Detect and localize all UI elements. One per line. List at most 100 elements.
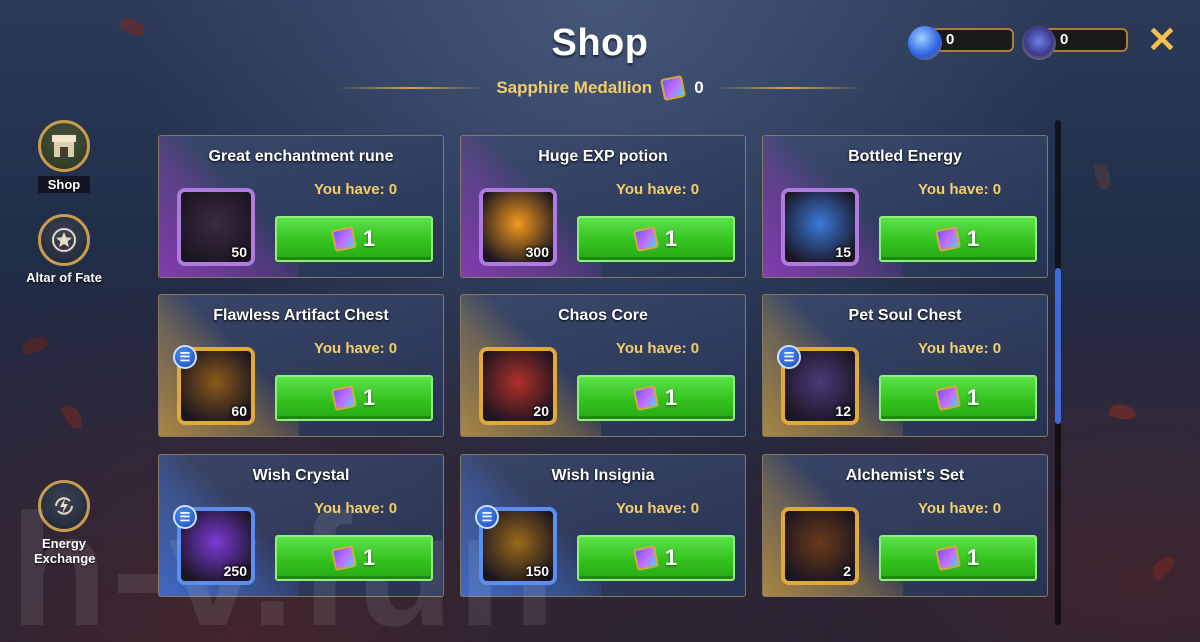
sapphire-medallion-icon	[330, 544, 357, 572]
energy-counter-value: 0	[930, 28, 1014, 52]
close-icon[interactable]: ✕	[1144, 22, 1180, 58]
buy-button[interactable]: 1	[879, 535, 1037, 581]
sapphire-medallion-icon	[330, 225, 357, 253]
info-list-icon[interactable]: ☰	[475, 505, 499, 529]
item-quantity: 300	[525, 244, 549, 260]
background-leaf	[1108, 401, 1138, 423]
item-icon[interactable]: 300	[479, 188, 557, 266]
owned-count: You have: 0	[616, 340, 700, 357]
item-price: 1	[664, 385, 678, 410]
item-price: 1	[664, 226, 678, 251]
shop-item-card[interactable]: Chaos Core You have: 0 20 1	[460, 294, 746, 437]
buy-button[interactable]: 1	[275, 375, 433, 421]
page-title: Shop	[551, 22, 649, 64]
item-price: 1	[966, 545, 980, 570]
item-name: Chaos Core	[558, 307, 648, 324]
sapphire-medallion-icon	[934, 384, 961, 412]
owned-count: You have: 0	[918, 340, 1002, 357]
item-icon[interactable]: 15	[781, 188, 859, 266]
item-price: 1	[966, 385, 980, 410]
item-name: Bottled Energy	[848, 148, 962, 165]
item-name: Pet Soul Chest	[848, 307, 962, 324]
item-price: 1	[966, 226, 980, 251]
owned-count: You have: 0	[314, 181, 398, 198]
currency-count: 0	[694, 78, 704, 97]
item-quantity: 150	[525, 563, 549, 579]
item-name: Huge EXP potion	[538, 148, 668, 165]
scrollbar-thumb[interactable]	[1055, 268, 1061, 424]
shop-item-card[interactable]: Flawless Artifact Chest You have: 0 60 ☰ 1	[158, 294, 444, 437]
sidebar-item-label: Energy Exchange	[34, 536, 96, 566]
shop-item-card[interactable]: Bottled Energy You have: 0 15 1	[762, 135, 1048, 278]
fate-counter-value: 0	[1044, 28, 1128, 52]
item-icon[interactable]: 50	[177, 188, 255, 266]
shop-item-card[interactable]: Wish Crystal You have: 0 250 ☰ 1	[158, 454, 444, 597]
sidebar-item-shop[interactable]: Shop	[14, 120, 114, 194]
item-price: 1	[362, 545, 376, 570]
item-price: 1	[664, 545, 678, 570]
shop-item-card[interactable]: Huge EXP potion You have: 0 300 1	[460, 135, 746, 278]
owned-count: You have: 0	[616, 181, 700, 198]
sapphire-medallion-icon	[330, 384, 357, 412]
item-name: Wish Insignia	[551, 467, 655, 484]
item-quantity: 2	[843, 563, 851, 579]
item-icon[interactable]: 2	[781, 507, 859, 585]
item-quantity: 250	[223, 563, 247, 579]
buy-button[interactable]: 1	[577, 375, 735, 421]
buy-button[interactable]: 1	[577, 535, 735, 581]
item-name: Great enchantment rune	[208, 148, 394, 165]
item-quantity: 12	[835, 403, 851, 419]
shop-stall-icon	[38, 120, 90, 172]
background-leaf	[20, 333, 50, 357]
sapphire-medallion-icon	[632, 225, 659, 253]
item-icon[interactable]: 20	[479, 347, 557, 425]
shop-item-card[interactable]: Wish Insignia You have: 0 150 ☰ 1	[460, 454, 746, 597]
currency-header: Sapphire Medallion 0	[0, 74, 1200, 102]
item-price: 1	[362, 385, 376, 410]
item-quantity: 50	[231, 244, 247, 260]
item-quantity: 15	[835, 244, 851, 260]
item-quantity: 60	[231, 403, 247, 419]
owned-count: You have: 0	[918, 500, 1002, 517]
owned-count: You have: 0	[314, 340, 398, 357]
background-leaf	[1148, 553, 1178, 581]
shop-item-card[interactable]: Great enchantment rune You have: 0 50 1	[158, 135, 444, 278]
sapphire-medallion-icon	[632, 384, 659, 412]
sapphire-medallion-icon	[632, 544, 659, 572]
owned-count: You have: 0	[616, 500, 700, 517]
sidebar-item-label: Altar of Fate	[26, 270, 102, 285]
item-name: Flawless Artifact Chest	[213, 307, 389, 324]
fate-emblem-icon	[1022, 26, 1056, 60]
item-name: Wish Crystal	[252, 467, 350, 484]
sapphire-medallion-icon	[934, 225, 961, 253]
owned-count: You have: 0	[918, 181, 1002, 198]
buy-button[interactable]: 1	[879, 216, 1037, 262]
buy-button[interactable]: 1	[577, 216, 735, 262]
sapphire-medallion-icon	[660, 74, 687, 102]
energy-crystal-icon	[908, 26, 942, 60]
sapphire-medallion-icon	[934, 544, 961, 572]
shop-item-card[interactable]: Alchemist's Set You have: 0 2 1	[762, 454, 1048, 597]
exchange-lightning-icon	[38, 480, 90, 532]
shop-item-card[interactable]: Pet Soul Chest You have: 0 12 ☰ 1	[762, 294, 1048, 437]
divider-left	[336, 87, 487, 89]
shop-grid: Great enchantment rune You have: 0 50 1 Huge…	[158, 135, 1050, 615]
buy-button[interactable]: 1	[275, 535, 433, 581]
background-leaf	[60, 402, 86, 432]
divider-right	[713, 87, 864, 89]
buy-button[interactable]: 1	[275, 216, 433, 262]
sidebar-item-altar-of-fate[interactable]: Altar of Fate	[14, 214, 114, 285]
currency-name: Sapphire Medallion	[496, 78, 653, 97]
background-leaf	[1093, 162, 1113, 192]
info-list-icon[interactable]: ☰	[173, 505, 197, 529]
item-quantity: 20	[533, 403, 549, 419]
item-price: 1	[362, 226, 376, 251]
sidebar-item-energy-exchange[interactable]: Energy Exchange	[14, 480, 114, 566]
star-icon	[38, 214, 90, 266]
item-name: Alchemist's Set	[845, 467, 965, 484]
info-list-icon[interactable]: ☰	[173, 345, 197, 369]
sidebar-item-label: Shop	[37, 176, 91, 193]
info-list-icon[interactable]: ☰	[777, 345, 801, 369]
buy-button[interactable]: 1	[879, 375, 1037, 421]
owned-count: You have: 0	[314, 500, 398, 517]
